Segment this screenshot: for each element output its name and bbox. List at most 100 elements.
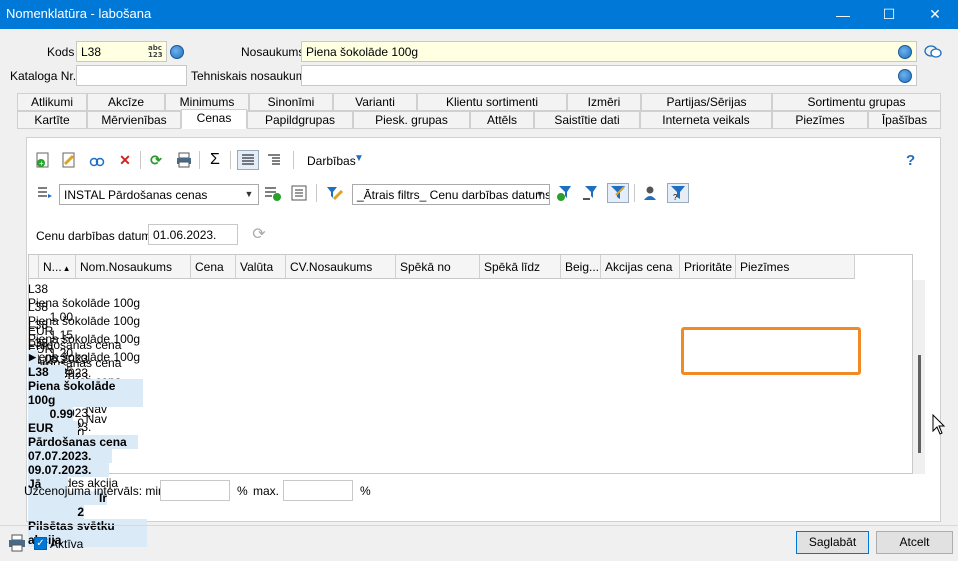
table-cell[interactable]: EUR [28,421,78,435]
table-cell[interactable]: 0.99 [28,407,73,421]
filter-active-icon[interactable] [607,183,629,203]
refresh-icon[interactable]: ⟳ [250,225,268,243]
column-header[interactable]: Prioritāte [680,255,736,279]
interval-max-input[interactable] [283,480,353,501]
print-icon[interactable] [8,534,26,552]
interval-min-input[interactable] [160,480,230,501]
tab-ipasibas[interactable]: Īpašības [868,111,941,129]
table-scrollbar[interactable] [913,280,925,474]
maximize-button[interactable]: ☐ [866,0,912,29]
column-header[interactable]: Beig... [561,255,601,279]
tab-partijas-serijas[interactable]: Partijas/Sērijas [641,93,772,111]
column-header[interactable]: CV.Nosaukums [286,255,396,279]
globe-icon[interactable] [170,45,184,59]
filter-help-icon[interactable]: ? [667,183,689,203]
tab-attels[interactable]: Attēls [470,111,534,129]
tab-saistitie-dati[interactable]: Saistītie dati [534,111,640,129]
date-filter-label: Cenu darbības datums [36,229,158,243]
quick-filter-value: _Ātrais filtrs_ Cenu darbības datums [357,188,550,202]
nosaukums-input[interactable]: Piena šokolāde 100g [301,41,917,62]
abc-icon[interactable]: abc 123 [148,45,163,59]
darbibas-menu[interactable]: Darbības [307,154,356,168]
interval-min-label: Uzcenojuma intervāls: min. [24,484,169,498]
table-cell[interactable]: 07.07.2023. [28,449,112,463]
refresh-icon[interactable]: ⟳ [147,151,165,169]
price-list-value: INSTAL Pārdošanas cenas [64,188,208,202]
date-filter-input[interactable]: 01.06.2023. [148,224,238,245]
active-label: Aktīva [50,537,84,551]
list-view-icon[interactable] [237,150,259,170]
table-cell[interactable]: L38 [28,318,65,332]
save-button[interactable]: Saglabāt [796,531,869,554]
tab-klientu-sortimenti[interactable]: Klientu sortimenti [417,93,567,111]
price-list-icon[interactable] [36,184,54,202]
toolbar-separator [293,151,294,169]
view-icon[interactable] [88,151,106,169]
tab-papildgrupas[interactable]: Papildgrupas [247,111,353,129]
quick-filter-select[interactable]: _Ātrais filtrs_ Cenu darbības datums ▼ [352,184,550,205]
tab-cenas[interactable]: Cenas [181,109,247,129]
percent-label: % [360,484,371,498]
kataloga-label: Kataloga Nr. [10,69,77,83]
table-cell[interactable]: Piena šokolāde 100g [28,379,143,407]
tab-varianti[interactable]: Varianti [333,93,417,111]
add-list-icon[interactable] [264,184,282,202]
tab-sortimentu-grupas[interactable]: Sortimentu grupas [772,93,941,111]
table-cell[interactable]: L38 [28,336,65,350]
table-cell[interactable]: L38 [28,365,65,379]
chevron-down-icon[interactable]: ▼ [354,153,364,164]
tab-atlikumi[interactable]: Atlikumi [17,93,87,111]
tab-mervienibas[interactable]: Mērvienības [87,111,181,129]
tab-interneta-veikals[interactable]: Interneta veikals [640,111,772,129]
filter-icon[interactable] [582,184,600,202]
column-header[interactable]: Cena [191,255,236,279]
table-row[interactable]: L38 Piena šokolāde 100g 1.00 EUR Pārdošanas … [28,278,854,408]
delete-icon[interactable]: ✕ [116,151,134,169]
nosaukums-label: Nosaukums [241,45,305,59]
column-header[interactable]: Spēkā no [396,255,480,279]
close-button[interactable]: ✕ [912,0,958,29]
help-button[interactable]: ? [906,152,915,169]
sum-icon[interactable]: Σ [206,151,224,169]
column-header[interactable]: Piezīmes [736,255,855,279]
price-list-select[interactable]: INSTAL Pārdošanas cenas ▼ [59,184,259,205]
table-row[interactable]: L38 Piena šokolāde 100g 1.15 EUR Pārdošanas … [28,296,854,440]
edit-icon[interactable] [60,151,78,169]
globe-icon[interactable] [898,45,912,59]
row-pointer-icon: ▶ [28,350,38,365]
tab-sinonimi[interactable]: Sinonīmi [249,93,333,111]
table-cell[interactable]: L38 [28,282,65,296]
add-icon[interactable]: + [34,151,52,169]
list-settings-icon[interactable] [290,184,308,202]
scrollbar-thumb[interactable] [918,355,921,453]
svg-text:?: ? [673,193,678,201]
chat-icon[interactable] [924,44,942,60]
column-header[interactable]: N...▲ [39,255,76,279]
tab-kartite[interactable]: Kartīte [17,111,87,129]
tab-akcize[interactable]: Akcīze [87,93,165,111]
table-cell[interactable]: Pārdošanas cena [28,435,138,449]
tab-piesk-grupas[interactable]: Piesk. grupas [353,111,470,129]
column-header[interactable]: Spēkā līdz [480,255,561,279]
filter-edit-icon[interactable] [326,184,344,202]
column-header[interactable]: Akcijas cena [601,255,680,279]
cancel-button[interactable]: Atcelt [876,531,953,554]
sort-asc-icon: ▲ [62,264,71,273]
tab-piezimes[interactable]: Piezīmes [772,111,868,129]
minimize-button[interactable]: — [820,0,866,29]
tab-izmeri[interactable]: Izmēri [567,93,641,111]
table-cell[interactable]: 09.07.2023. [28,463,109,477]
table-cell[interactable]: L38 [28,300,65,314]
title-bar: Nomenklatūra - labošana — ☐ ✕ [0,0,958,29]
active-checkbox[interactable]: ✓ [34,537,47,550]
kataloga-input[interactable] [76,65,187,86]
print-icon[interactable] [175,151,193,169]
add-filter-icon[interactable] [556,184,574,202]
tree-view-icon[interactable] [265,151,283,169]
tehniskais-input[interactable] [301,65,917,86]
globe-icon[interactable] [898,69,912,83]
user-filter-icon[interactable] [641,184,659,202]
column-header[interactable]: Valūta [236,255,286,279]
column-header[interactable]: Nom.Nosaukums [76,255,191,279]
table-cell[interactable]: 2 [28,505,84,519]
